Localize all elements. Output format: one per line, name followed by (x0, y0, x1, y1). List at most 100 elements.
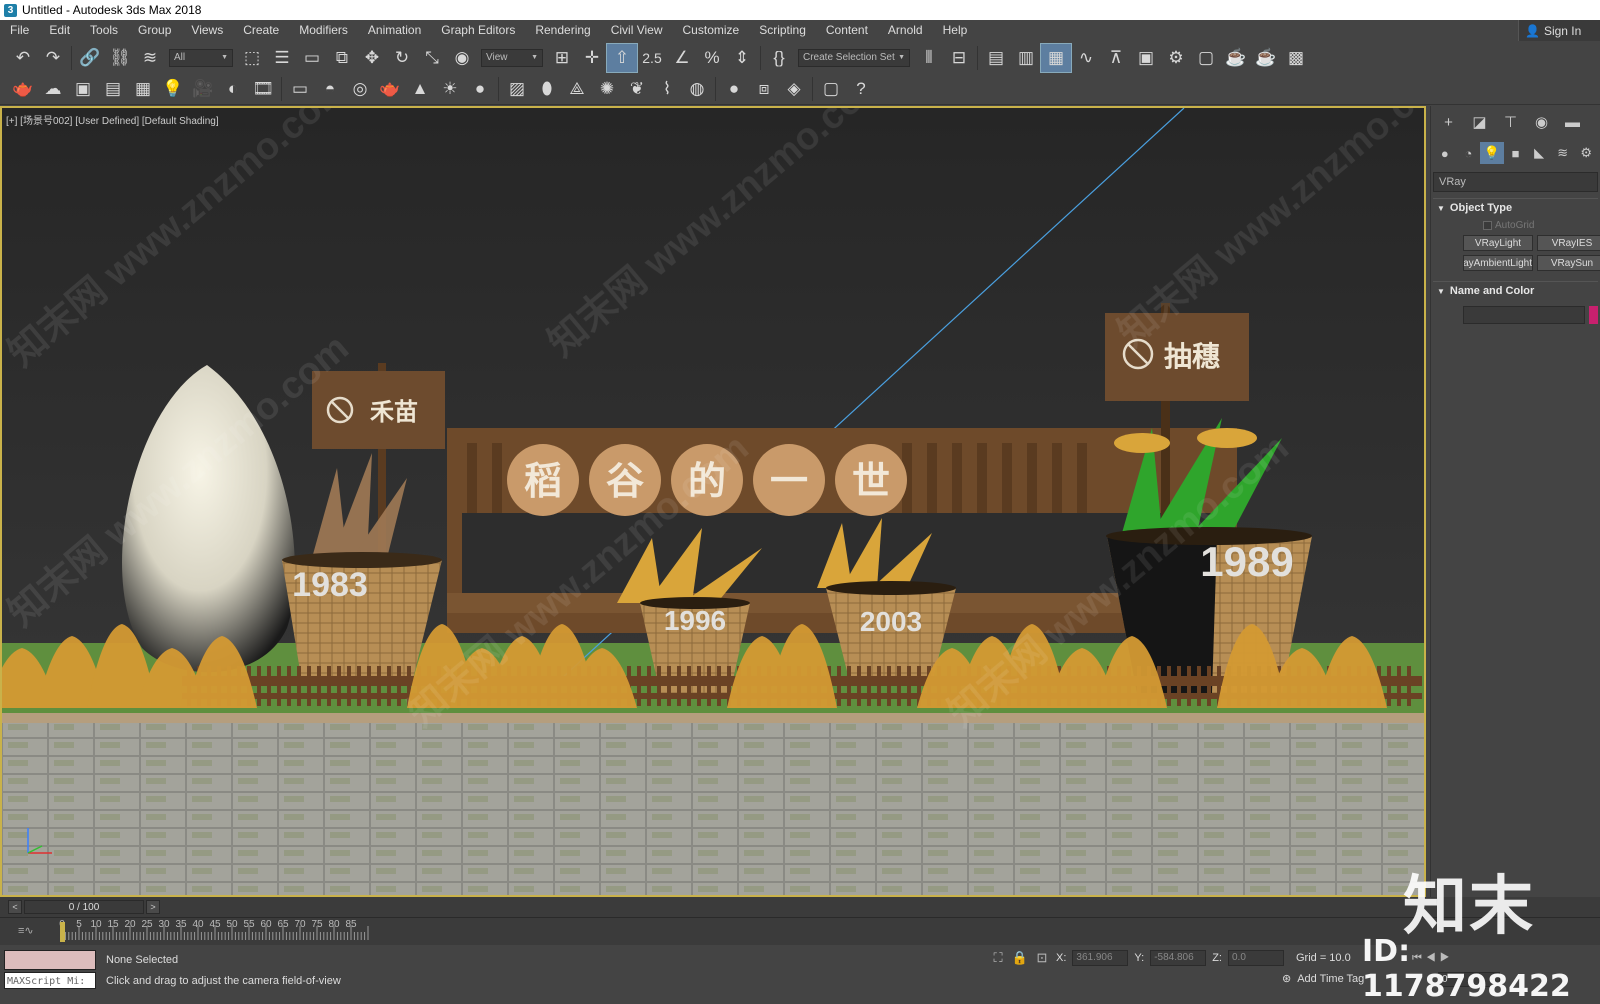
window-crossing-icon[interactable]: ⧉ (327, 44, 357, 72)
render-setup-icon[interactable]: ⚙ (1161, 44, 1191, 72)
unlink-icon[interactable]: ⛓ (105, 44, 135, 72)
align-icon[interactable]: ⊟ (944, 44, 974, 72)
vray-physical-camera-icon[interactable]: 🎞 (248, 75, 278, 103)
time-slider-next-icon[interactable]: > (146, 900, 160, 914)
lights-lister-icon[interactable]: 💡 (158, 75, 188, 103)
vray-proxy-mesh-icon[interactable]: ⬮ (532, 75, 562, 103)
time-slider-prev-icon[interactable]: < (8, 900, 22, 914)
vray-scene-converter-icon[interactable]: ◈ (779, 75, 809, 103)
maxscript-mini-listener[interactable]: MAXScript Mi: (4, 972, 96, 989)
mirror-icon[interactable]: ⫴ (914, 44, 944, 72)
select-manipulate-icon[interactable]: ✛ (577, 44, 607, 72)
render-to-texture-icon[interactable]: ▣ (68, 75, 98, 103)
vray-dome-icon[interactable]: ◐ (218, 75, 248, 103)
undo-icon[interactable]: ↶ (8, 44, 38, 72)
menu-tools[interactable]: Tools (80, 20, 128, 41)
menu-edit[interactable]: Edit (39, 20, 80, 41)
autogrid-checkbox[interactable] (1483, 221, 1492, 230)
vraysun-button[interactable]: VRaySun (1537, 255, 1600, 271)
vray-proxy-icon[interactable]: ▨ (502, 75, 532, 103)
absolute-mode-icon[interactable]: ⊡ (1034, 950, 1050, 966)
menu-file[interactable]: File (0, 20, 39, 41)
menu-create[interactable]: Create (233, 20, 289, 41)
angle-snap-icon[interactable]: ∠ (667, 44, 697, 72)
name-and-color-header[interactable]: ▼ Name and Color (1433, 281, 1598, 300)
scale-icon[interactable]: ⤡ (417, 44, 447, 72)
shapes-icon[interactable]: ◔ (1457, 142, 1481, 164)
menu-graph-editors[interactable]: Graph Editors (431, 20, 525, 41)
x-coordinate-field[interactable]: 361.906 (1072, 950, 1129, 966)
vrayies-button[interactable]: VRayIES (1537, 235, 1600, 251)
y-coordinate-field[interactable]: -584.806 (1150, 950, 1207, 966)
keyboard-shortcut-override-icon[interactable]: ⇧ (606, 42, 638, 73)
menu-views[interactable]: Views (181, 20, 233, 41)
menu-arnold[interactable]: Arnold (878, 20, 933, 41)
select-by-name-icon[interactable]: ☰ (267, 44, 297, 72)
selection-lock-icon[interactable]: 🔒 (1012, 950, 1028, 966)
redo-icon[interactable]: ↷ (38, 44, 68, 72)
render-production-icon[interactable]: ☕ (1221, 44, 1251, 72)
menu-modifiers[interactable]: Modifiers (289, 20, 358, 41)
teapot-icon[interactable]: 🫖 (8, 75, 38, 103)
geometry-icon[interactable]: ● (1433, 142, 1457, 164)
vray-grass-icon[interactable]: ❦ (622, 75, 652, 103)
scene-explorer-icon[interactable]: ▦ (1040, 42, 1072, 73)
frame-buffer-icon[interactable]: ▤ (98, 75, 128, 103)
pivot-center-icon[interactable]: ⊞ (547, 44, 577, 72)
bind-space-warp-icon[interactable]: ≋ (135, 44, 165, 72)
toggle-ribbon-icon[interactable]: ▥ (1011, 44, 1041, 72)
vray-plane-icon[interactable]: ⟁ (562, 75, 592, 103)
space-warps-icon[interactable]: ≋ (1551, 142, 1575, 164)
vray-camera-icon[interactable]: 🎥 (188, 75, 218, 103)
menu-help[interactable]: Help (933, 20, 978, 41)
vray-mesh-light-icon[interactable]: 🫖 (375, 75, 405, 103)
vray-material-convert-icon[interactable]: ⧈ (749, 75, 779, 103)
vray-sphere-light-icon[interactable]: ◎ (345, 75, 375, 103)
vrayambientlight-button[interactable]: VRayAmbientLight (1463, 255, 1533, 271)
light-category-dropdown[interactable]: VRay (1433, 172, 1598, 192)
cameras-icon[interactable]: ■ (1504, 142, 1528, 164)
vray-fur-icon[interactable]: ✺ (592, 75, 622, 103)
menu-customize[interactable]: Customize (673, 20, 750, 41)
curve-editor-icon[interactable]: ∿ (1071, 44, 1101, 72)
menu-content[interactable]: Content (816, 20, 878, 41)
move-icon[interactable]: ✥ (357, 44, 387, 72)
vray-ies-icon[interactable]: ▲ (405, 75, 435, 103)
vray-vfb-icon[interactable]: ▢ (816, 75, 846, 103)
place-icon[interactable]: ◉ (447, 44, 477, 72)
z-coordinate-field[interactable]: 0.0 (1227, 950, 1284, 966)
track-bar[interactable]: ≡∿ 0510152025303540455055606570758085 (0, 917, 1600, 945)
vray-material-icon[interactable]: ● (719, 75, 749, 103)
snaps-toggle-icon[interactable]: 2.5 (637, 44, 667, 72)
schematic-view-icon[interactable]: ⊼ (1101, 44, 1131, 72)
vraylight-button[interactable]: VRayLight (1463, 235, 1533, 251)
reference-coordinate-dropdown[interactable]: View ▼ (481, 48, 543, 67)
vray-sun-icon[interactable]: ☀ (435, 75, 465, 103)
vray-hair-icon[interactable]: ⌇ (652, 75, 682, 103)
named-selection-set-dropdown[interactable]: Create Selection Set ▼ (798, 48, 910, 67)
systems-icon[interactable]: ⚙ (1574, 142, 1598, 164)
menu-civil-view[interactable]: Civil View (601, 20, 673, 41)
cloud-icon[interactable]: ☁ (38, 75, 68, 103)
link-icon[interactable]: 🔗 (75, 44, 105, 72)
batch-render-icon[interactable]: ▦ (128, 75, 158, 103)
maxscript-listener-output[interactable] (4, 950, 96, 970)
lights-icon[interactable]: 💡 (1480, 142, 1504, 164)
object-color-swatch[interactable] (1588, 306, 1598, 324)
object-name-field[interactable] (1463, 306, 1585, 324)
menu-rendering[interactable]: Rendering (525, 20, 600, 41)
vray-frame-buffer-icon[interactable]: ▩ (1281, 44, 1311, 72)
menu-group[interactable]: Group (128, 20, 181, 41)
layer-explorer-icon[interactable]: ▤ (981, 44, 1011, 72)
motion-tab-icon[interactable]: ◉ (1526, 110, 1557, 134)
hierarchy-tab-icon[interactable]: ⊤ (1495, 110, 1526, 134)
vray-ambient-light-icon[interactable]: ● (465, 75, 495, 103)
viewport-label[interactable]: [+] [场景号002] [User Defined] [Default Sha… (6, 112, 219, 127)
add-time-tag[interactable]: ⊛ Add Time Tag (1282, 972, 1364, 986)
display-tab-icon[interactable]: ▬ (1557, 110, 1588, 134)
edit-named-selection-icon[interactable]: {} (764, 44, 794, 72)
modify-tab-icon[interactable]: ◪ (1464, 110, 1495, 134)
percent-snap-icon[interactable]: % (697, 44, 727, 72)
help-icon[interactable]: ? (846, 75, 876, 103)
helpers-icon[interactable]: ◣ (1527, 142, 1551, 164)
